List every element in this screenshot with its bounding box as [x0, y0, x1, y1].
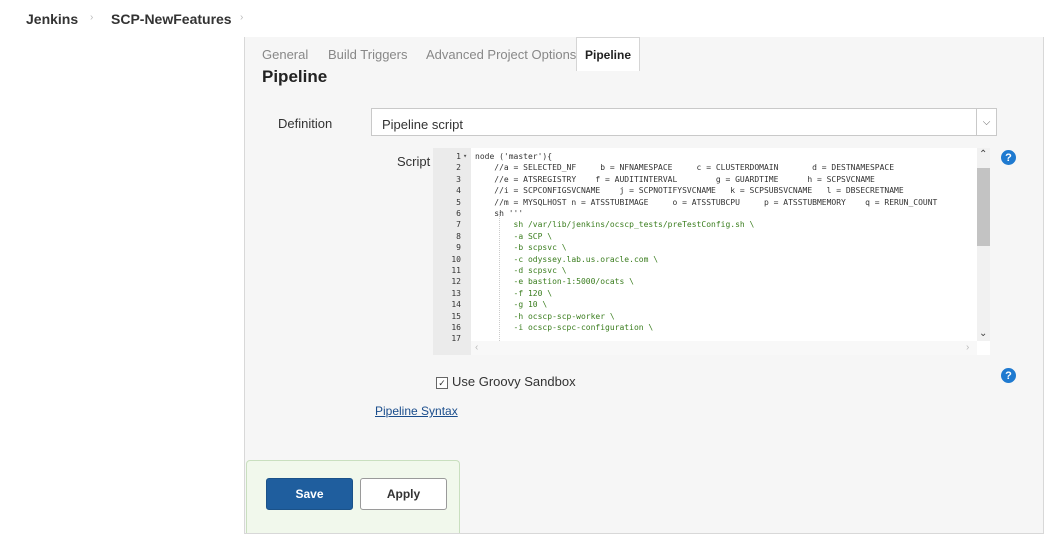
code-line[interactable]: 5 //m = MYSQLHOST n = ATSSTUBIMAGE o = A… — [433, 197, 978, 208]
code-text: node ('master'){ — [475, 152, 553, 161]
definition-select-value: Pipeline script — [382, 117, 463, 132]
scroll-right-icon[interactable]: › — [966, 342, 969, 353]
line-number: 17 — [451, 334, 461, 344]
line-number: 13 — [451, 288, 461, 298]
code-line[interactable]: 6 sh ''' — [433, 208, 978, 219]
script-label: Script — [397, 154, 431, 169]
line-number: 16 — [451, 323, 461, 332]
code-line[interactable]: 14 -g 10 \ — [433, 299, 978, 310]
tab-general[interactable]: General — [262, 47, 308, 62]
code-text: -c odyssey.lab.us.oracle.com \ — [475, 254, 659, 264]
code-line[interactable]: 15 -h ocscp-scp-worker \ — [433, 311, 978, 322]
save-button[interactable]: Save — [266, 478, 353, 510]
code-line[interactable]: 2 //a = SELECTED_NF b = NFNAMESPACE c = … — [433, 162, 978, 173]
tab-advanced-project-options[interactable]: Advanced Project Options — [426, 47, 576, 62]
code-text: sh /var/lib/jenkins/ocscp_tests/preTestC… — [475, 220, 755, 230]
code-text: -d scpsvc \ — [475, 266, 567, 275]
line-number: 11 — [451, 266, 461, 275]
groovy-sandbox-label: Use Groovy Sandbox — [452, 374, 576, 389]
code-line[interactable]: 8 -a SCP \ — [433, 231, 978, 242]
indent-guide — [499, 212, 500, 355]
line-number: 10 — [451, 254, 461, 264]
code-line[interactable]: 12 -e bastion-1:5000/ocats \ — [433, 276, 978, 287]
code-text: -a SCP \ — [475, 231, 553, 241]
scroll-down-icon[interactable]: ⌄ — [979, 328, 987, 339]
chevron-down-icon[interactable]: ⌵ — [976, 109, 996, 135]
code-text: //a = SELECTED_NF b = NFNAMESPACE c = CL… — [475, 163, 895, 173]
groovy-sandbox-checkbox[interactable]: ✓ — [436, 377, 448, 389]
code-line[interactable]: 3 //e = ATSREGISTRY f = AUDITINTERVAL g … — [433, 174, 978, 185]
code-text: //i = SCPCONFIGSVCNAME j = SCPNOTIFYSVCN… — [475, 186, 904, 196]
code-text: //e = ATSREGISTRY f = AUDITINTERVAL g = … — [475, 174, 875, 184]
definition-select[interactable]: Pipeline script ⌵ — [371, 108, 997, 136]
breadcrumb-separator-icon: › — [240, 12, 244, 23]
line-number: 8 — [456, 231, 461, 241]
code-line[interactable]: 9 -b scpsvc \ — [433, 242, 978, 253]
help-icon[interactable]: ? — [1001, 368, 1016, 383]
scrollbar-thumb[interactable] — [977, 168, 990, 246]
code-text: -i ocscp-scpc-configuration \ — [475, 323, 654, 332]
line-number: 15 — [451, 311, 461, 321]
editor-vertical-scrollbar[interactable] — [977, 148, 990, 341]
script-editor[interactable]: 1 ▾ node ('master'){2 //a = SELECTED_NF b … — [433, 148, 990, 355]
tab-pipeline[interactable]: Pipeline — [576, 37, 640, 71]
code-line[interactable]: 4 //i = SCPCONFIGSVCNAME j = SCPNOTIFYSV… — [433, 185, 978, 196]
breadcrumb-jenkins[interactable]: Jenkins — [26, 11, 78, 27]
definition-label: Definition — [278, 116, 333, 131]
line-number: 3 — [456, 174, 461, 184]
code-line[interactable]: 10 -c odyssey.lab.us.oracle.com \ — [433, 254, 978, 265]
help-icon[interactable]: ? — [1001, 150, 1016, 165]
code-text: //m = MYSQLHOST n = ATSSTUBIMAGE o = ATS… — [475, 197, 938, 207]
code-line[interactable]: 13 -f 120 \ — [433, 288, 978, 299]
tab-build-triggers[interactable]: Build Triggers — [328, 47, 407, 62]
line-number: 9 — [456, 243, 461, 253]
scroll-up-icon[interactable]: ⌃ — [979, 149, 987, 160]
line-number: 7 — [456, 220, 461, 230]
code-line[interactable]: 11 -d scpsvc \ — [433, 265, 978, 276]
code-line[interactable]: 7 sh /var/lib/jenkins/ocscp_tests/preTes… — [433, 219, 978, 230]
line-number: 1 — [456, 152, 461, 161]
code-text: -g 10 \ — [475, 300, 548, 310]
fold-toggle-icon[interactable]: ▾ — [463, 151, 467, 162]
code-line[interactable]: 1 ▾ node ('master'){ — [433, 151, 978, 162]
code-text: -b scpsvc \ — [475, 243, 567, 253]
line-number: 5 — [456, 197, 461, 207]
code-line[interactable]: 16 -i ocscp-scpc-configuration \ — [433, 322, 978, 333]
breadcrumb-separator-icon: › — [90, 12, 94, 23]
apply-button[interactable]: Apply — [360, 478, 447, 510]
line-number: 12 — [451, 277, 461, 287]
pipeline-syntax-link[interactable]: Pipeline Syntax — [375, 404, 458, 418]
section-title: Pipeline — [262, 67, 328, 86]
breadcrumb: Jenkins › SCP-NewFeatures › — [0, 0, 1046, 37]
code-text: -h ocscp-scp-worker \ — [475, 311, 615, 321]
line-number: 2 — [456, 163, 461, 173]
breadcrumb-project[interactable]: SCP-NewFeatures — [111, 11, 232, 27]
line-number: 6 — [456, 209, 461, 218]
line-number: 4 — [456, 186, 461, 196]
scroll-left-icon[interactable]: ‹ — [475, 342, 478, 353]
line-number: 14 — [451, 300, 461, 310]
editor-horizontal-scrollbar[interactable] — [471, 341, 977, 355]
code-text: -f 120 \ — [475, 288, 553, 298]
